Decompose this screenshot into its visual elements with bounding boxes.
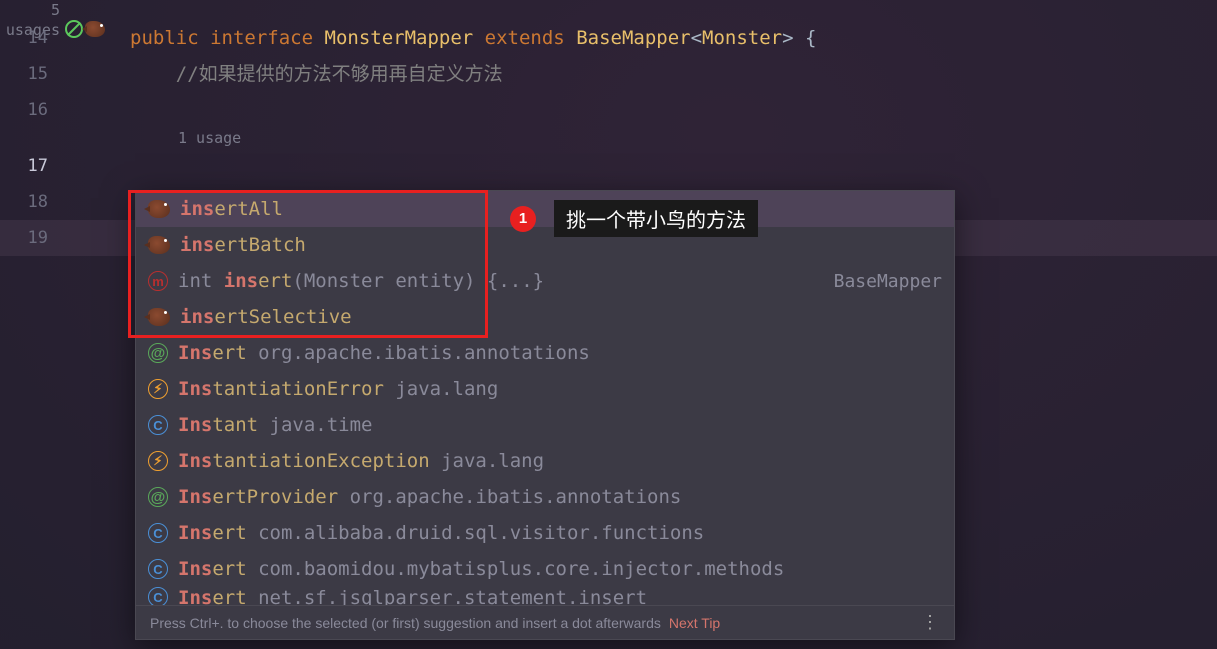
autocomplete-item[interactable]: @ Insert org.apache.ibatis.annotations: [136, 335, 954, 371]
autocomplete-item[interactable]: C Insert com.alibaba.druid.sql.visitor.f…: [136, 515, 954, 551]
autocomplete-item[interactable]: m int insert(Monster entity) {...} BaseM…: [136, 263, 954, 299]
gutter-icons-column: [60, 0, 130, 649]
line-number: 19: [0, 220, 60, 256]
usages-hint[interactable]: 5 usages: [0, 0, 60, 20]
method-icon: m: [148, 271, 168, 291]
code-line[interactable]: ins: [130, 148, 1217, 184]
code-line[interactable]: //如果提供的方法不够用再自定义方法: [130, 56, 1217, 92]
line-number-gutter: 5 usages 14 15 16 17 18 19: [0, 0, 60, 649]
footer-hint: Press Ctrl+. to choose the selected (or …: [150, 615, 661, 631]
class-icon: C: [148, 587, 168, 605]
annotation-icon: @: [148, 343, 168, 363]
lightning-icon: ⚡︎: [148, 451, 168, 471]
code-line[interactable]: public interface MonsterMapper extends B…: [130, 20, 1217, 56]
lightning-icon: ⚡︎: [148, 379, 168, 399]
autocomplete-item[interactable]: insertSelective: [136, 299, 954, 335]
autocomplete-item[interactable]: ⚡︎ InstantiationError java.lang: [136, 371, 954, 407]
annotation-text: 挑一个带小鸟的方法: [554, 200, 758, 237]
usages-hint[interactable]: 1 usage: [130, 128, 1217, 148]
line-number: 18: [0, 184, 60, 220]
class-icon: C: [148, 415, 168, 435]
annotation-callout: 1 挑一个带小鸟的方法: [510, 200, 758, 237]
spacer: [130, 0, 1217, 20]
autocomplete-item[interactable]: ⚡︎ InstantiationException java.lang: [136, 443, 954, 479]
autocomplete-item[interactable]: C Instant java.time: [136, 407, 954, 443]
autocomplete-list[interactable]: insertAll insertBatch m int insert(Monst…: [136, 191, 954, 605]
bird-icon: [148, 200, 170, 218]
popup-footer: Press Ctrl+. to choose the selected (or …: [136, 605, 954, 639]
line-number: 15: [0, 56, 60, 92]
class-icon: C: [148, 523, 168, 543]
next-tip-link[interactable]: Next Tip: [669, 615, 720, 631]
bird-icon: [148, 236, 170, 254]
usages-hint[interactable]: [0, 128, 60, 148]
popup-menu-icon[interactable]: ⋮: [921, 612, 940, 633]
autocomplete-item[interactable]: C Insert com.baomidou.mybatisplus.core.i…: [136, 551, 954, 587]
autocomplete-popup[interactable]: insertAll insertBatch m int insert(Monst…: [135, 190, 955, 640]
line-number: 16: [0, 92, 60, 128]
annotation-badge: 1: [510, 206, 536, 232]
autocomplete-item[interactable]: C Insert net.sf.jsqlparser.statement.ins…: [136, 587, 954, 605]
bird-icon[interactable]: [85, 21, 105, 37]
line-number: 17: [0, 148, 60, 184]
bird-icon: [148, 308, 170, 326]
no-entry-icon[interactable]: [65, 20, 83, 38]
class-icon: C: [148, 559, 168, 579]
autocomplete-item[interactable]: @ InsertProvider org.apache.ibatis.annot…: [136, 479, 954, 515]
annotation-icon: @: [148, 487, 168, 507]
code-line[interactable]: [130, 92, 1217, 128]
